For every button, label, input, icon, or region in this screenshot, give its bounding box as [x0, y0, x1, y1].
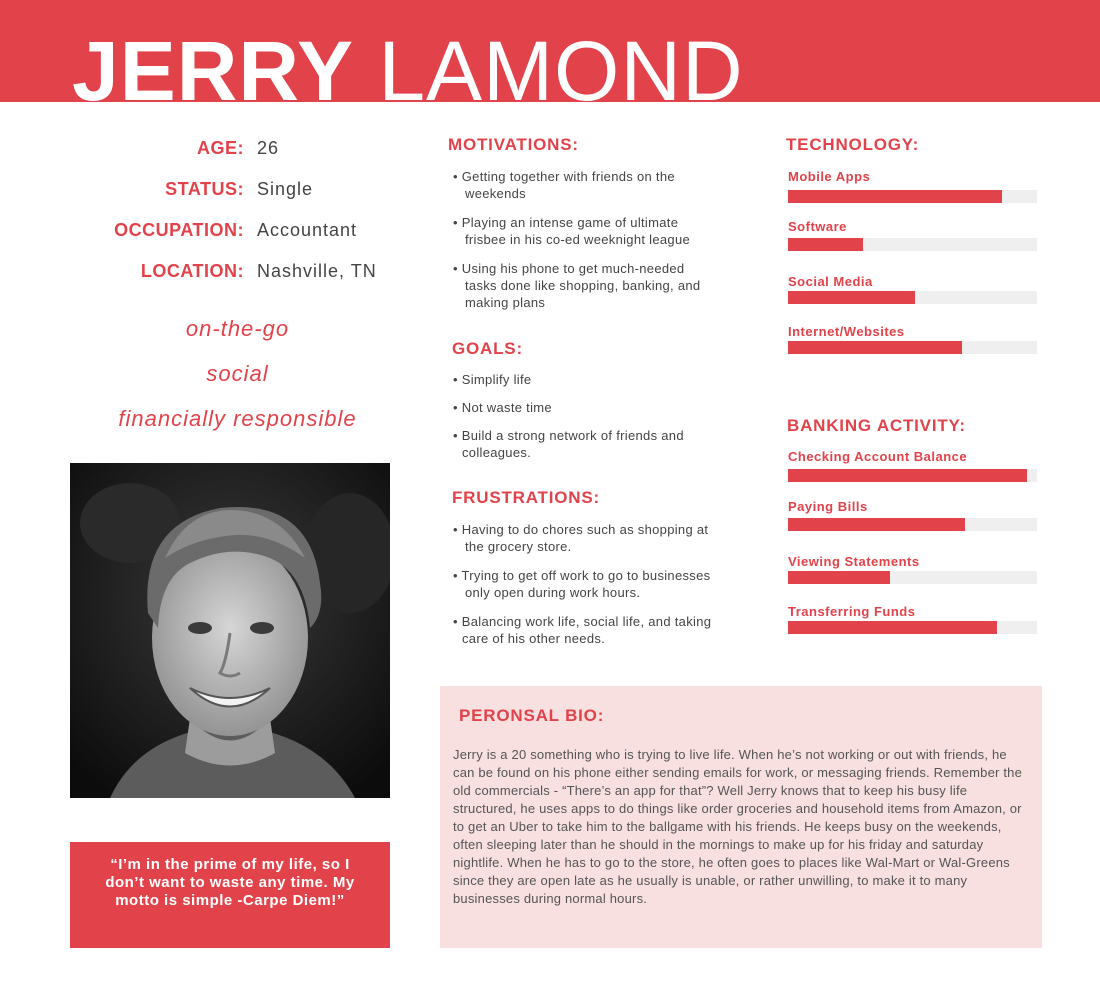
bio-text: Jerry is a 20 something who is trying to…	[453, 747, 1023, 906]
profile-age-row: AGE: 26	[0, 134, 420, 162]
goal-item: • Build a strong network of friends and …	[453, 427, 753, 461]
first-name: JERRY	[72, 24, 354, 102]
goal-item-line: • Simplify life	[453, 372, 532, 387]
motivation-item-line: weekends	[465, 186, 526, 201]
frustration-item-line: care of his other needs.	[462, 631, 606, 646]
tech-bar-label-software: Software	[788, 219, 847, 234]
personal-bio-panel: PERONSAL BIO: Jerry is a 20 something wh…	[440, 686, 1042, 948]
goal-item: • Not waste time	[453, 399, 753, 416]
goal-item-line: • Not waste time	[453, 400, 552, 415]
quote-box: “I’m in the prime of my life, so I don’t…	[70, 842, 390, 948]
bank-bar-track-checking	[788, 469, 1037, 482]
goals-title: GOALS:	[452, 339, 523, 358]
frustration-item-line: the grocery store.	[465, 539, 572, 554]
tech-bar-label-internet-websites: Internet/Websites	[788, 324, 905, 339]
tech-bar-fill-software	[788, 238, 863, 251]
bank-bar-track-paying-bills	[788, 518, 1037, 531]
bank-bar-label-transferring-funds: Transferring Funds	[788, 604, 916, 619]
tech-bar-fill-social-media	[788, 291, 915, 304]
motivation-item: • Using his phone to get much-needed tas…	[453, 260, 753, 311]
frustration-item-line: • Trying to get off work to go to busine…	[453, 568, 711, 583]
occupation-label: OCCUPATION:	[114, 220, 244, 240]
bank-bar-fill-viewing-statements	[788, 571, 891, 584]
motivation-item-line: • Playing an intense game of ultimate	[453, 215, 679, 230]
tech-bar-fill-internet-websites	[788, 341, 963, 354]
tech-bar-label-social-media: Social Media	[788, 274, 873, 289]
profile-status-row: STATUS: Single	[0, 175, 420, 203]
tech-bar-label-mobile-apps: Mobile Apps	[788, 169, 871, 184]
tech-bar-track-mobile-apps	[788, 190, 1037, 203]
goal-item: • Simplify life	[453, 371, 753, 388]
goal-item-line: • Build a strong network of friends and	[453, 428, 684, 443]
bank-bar-fill-transferring-funds	[788, 621, 998, 634]
last-name: LAMOND	[378, 24, 744, 102]
occupation-value: Accountant	[257, 220, 358, 240]
frustration-item-line: • Balancing work life, social life, and …	[453, 614, 712, 629]
motivation-item-line: making plans	[465, 295, 546, 310]
location-value: Nashville, TN	[257, 261, 377, 281]
trait-social: social	[206, 361, 269, 386]
banking-title: BANKING ACTIVITY:	[787, 416, 966, 435]
age-value: 26	[257, 138, 280, 158]
bank-bar-track-transferring-funds	[788, 621, 1037, 634]
bio-title: PERONSAL BIO:	[459, 706, 605, 725]
bank-bar-fill-checking	[788, 469, 1028, 482]
header-banner: JERRY LAMOND	[0, 0, 1100, 102]
motivation-item-line: • Using his phone to get much-needed	[453, 261, 685, 276]
frustrations-title: FRUSTRATIONS:	[452, 488, 600, 507]
profile-location-row: LOCATION: Nashville, TN	[0, 257, 420, 285]
bank-bar-label-viewing-statements: Viewing Statements	[788, 554, 920, 569]
tech-bar-track-software	[788, 238, 1037, 251]
bank-bar-fill-paying-bills	[788, 518, 965, 531]
status-label: STATUS:	[165, 179, 244, 199]
bank-bar-label-checking: Checking Account Balance	[788, 449, 968, 464]
frustration-item: • Trying to get off work to go to busine…	[453, 567, 753, 601]
frustration-item-line: only open during work hours.	[465, 585, 641, 600]
tech-bar-fill-mobile-apps	[788, 190, 1003, 203]
bank-bar-label-paying-bills: Paying Bills	[788, 499, 868, 514]
motivations-title: MOTIVATIONS:	[448, 135, 579, 154]
motivation-item: • Playing an intense game of ultimate fr…	[453, 214, 753, 248]
trait-financially-responsible: financially responsible	[118, 406, 357, 431]
location-label: LOCATION:	[140, 261, 244, 281]
frustration-item: • Having to do chores such as shopping a…	[453, 521, 753, 555]
quote-text: “I’m in the prime of my life, so I don’t…	[105, 856, 355, 909]
age-label: AGE:	[197, 138, 244, 158]
trait-on-the-go: on-the-go	[185, 316, 290, 341]
status-value: Single	[257, 179, 314, 199]
persona-photo	[70, 463, 390, 798]
motivation-item-line: • Getting together with friends on the	[453, 169, 675, 184]
profile-occupation-row: OCCUPATION: Accountant	[0, 216, 420, 244]
motivation-item-line: tasks done like shopping, banking, and	[465, 278, 701, 293]
frustration-item-line: • Having to do chores such as shopping a…	[453, 522, 709, 537]
motivation-item-line: frisbee in his co-ed weeknight league	[465, 232, 691, 247]
tech-bar-track-internet-websites	[788, 341, 1037, 354]
motivation-item: • Getting together with friends on the w…	[453, 168, 753, 202]
tech-bar-track-social-media	[788, 291, 1037, 304]
technology-title: TECHNOLOGY:	[786, 135, 920, 154]
frustration-item: • Balancing work life, social life, and …	[453, 613, 753, 647]
goal-item-line: colleagues.	[462, 445, 532, 460]
bank-bar-track-viewing-statements	[788, 571, 1037, 584]
persona-name: JERRY LAMOND	[72, 26, 744, 102]
